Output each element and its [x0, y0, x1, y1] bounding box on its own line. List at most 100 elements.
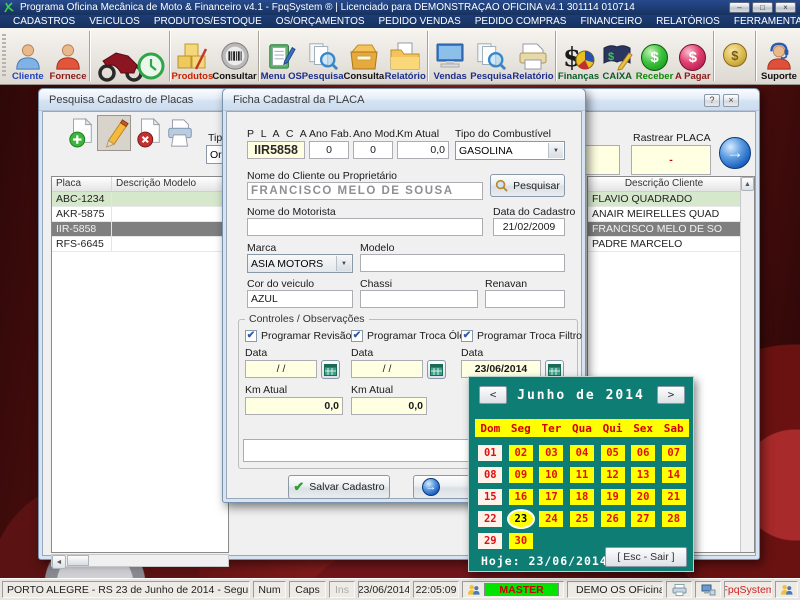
calendar-day-01[interactable]: 01 — [478, 445, 502, 461]
add-record-icon[interactable] — [67, 118, 95, 148]
km-atual-field[interactable]: 0,0 — [397, 141, 449, 159]
rastrear-go-button[interactable]: → — [719, 137, 751, 169]
table-row-selected[interactable]: IIR-5858 — [52, 222, 228, 237]
calendar-esc-button[interactable]: [ Esc - Sair ] — [605, 547, 687, 567]
calendar-day-02[interactable]: 02 — [509, 445, 533, 461]
calendar-day-15[interactable]: 15 — [478, 489, 502, 505]
scroll-left-arrow[interactable]: ◄ — [52, 555, 66, 569]
chassi-field[interactable] — [360, 290, 478, 308]
col-modelo[interactable]: Descrição Modelo — [112, 177, 228, 191]
calendar-day-10[interactable]: 10 — [539, 467, 563, 483]
placa-field[interactable]: IIR5858 — [247, 141, 305, 159]
calendar-day-27[interactable]: 27 — [631, 511, 655, 527]
revisao-km-field[interactable]: 0,0 — [245, 397, 343, 415]
table-row[interactable]: RFS-6645 — [52, 237, 228, 252]
menu-os-orcamentos[interactable]: OS/ORÇAMENTOS — [269, 16, 372, 27]
toolbar-pesquisa-vendas-button[interactable]: Pesquisa — [470, 28, 512, 84]
toolbar-produtos-button[interactable]: Produtos — [172, 28, 212, 84]
salvar-cadastro-button[interactable]: ✔ Salvar Cadastro — [288, 475, 390, 499]
calendar-day-16[interactable]: 16 — [509, 489, 533, 505]
toolbar-menu-os-button[interactable]: Menu OS — [261, 28, 302, 84]
edit-record-selected-box[interactable] — [97, 115, 131, 151]
calendar-day-21[interactable]: 21 — [662, 489, 686, 505]
calendar-day-29[interactable]: 29 — [478, 533, 502, 549]
toolbar-veiculos-button[interactable] — [92, 28, 168, 84]
programar-troca-oleo-checkbox[interactable]: ✔Programar Troca Óleo — [351, 330, 471, 342]
calendar-day-14[interactable]: 14 — [662, 467, 686, 483]
toolbar-fornecedor-button[interactable]: Fornece — [48, 28, 88, 84]
data-cadastro-field[interactable]: 21/02/2009 — [493, 218, 565, 236]
toolbar-relatorio-vendas-button[interactable]: Relatório — [512, 28, 554, 84]
dialog-titlebar[interactable]: Ficha Cadastral da PLACA — [223, 89, 585, 111]
calendar-day-03[interactable]: 03 — [539, 445, 563, 461]
hscroll-thumb[interactable] — [67, 555, 89, 566]
programar-revisao-checkbox[interactable]: ✔Programar Revisão — [245, 330, 351, 342]
calendar-day-12[interactable]: 12 — [601, 467, 625, 483]
status-network-segment[interactable] — [695, 581, 721, 598]
toolbar-receber-button[interactable]: $ Receber — [635, 28, 673, 84]
toolbar-suporte-button[interactable]: Suporte — [758, 28, 800, 84]
toolbar-consulta-os-button[interactable]: Consulta — [344, 28, 385, 84]
restore-button[interactable]: □ — [752, 2, 773, 13]
calendar-day-11[interactable]: 11 — [570, 467, 594, 483]
table-row-selected[interactable]: FRANCISCO MELO DE SO — [588, 222, 754, 237]
toolbar-relatorio-os-button[interactable]: Relatório — [384, 28, 426, 84]
toolbar-coin-button[interactable]: $ — [716, 28, 754, 84]
calendar-day-05[interactable]: 05 — [601, 445, 625, 461]
help-button[interactable]: ? — [704, 94, 720, 107]
calendar-day-17[interactable]: 17 — [539, 489, 563, 505]
table-row[interactable]: FLAVIO QUADRADO — [588, 192, 754, 207]
ano-fab-field[interactable]: 0 — [309, 141, 349, 159]
menu-pedido-vendas[interactable]: PEDIDO VENDAS — [372, 16, 468, 27]
delete-record-icon[interactable] — [135, 118, 163, 148]
plate-list[interactable]: Placa Descrição Modelo ABC-1234 AKR-5875… — [51, 176, 229, 553]
modelo-field[interactable] — [360, 254, 565, 272]
scroll-up-arrow[interactable]: ▲ — [741, 177, 754, 191]
toolbar-vendas-button[interactable]: Vendas — [430, 28, 470, 84]
toolbar-financas-button[interactable]: $ Finanças — [558, 28, 599, 84]
print-list-icon[interactable] — [165, 117, 195, 149]
table-row[interactable]: AKR-5875 — [52, 207, 228, 222]
cliente-field[interactable]: FRANCISCO MELO DE SOUSA — [247, 182, 483, 200]
motorista-field[interactable] — [247, 218, 483, 236]
calendar-day-23[interactable]: 23 — [509, 511, 533, 527]
menu-relatorios[interactable]: RELATÓRIOS — [649, 16, 727, 27]
programar-troca-filtro-checkbox[interactable]: ✔Programar Troca Filtro — [461, 330, 582, 342]
menu-produtos-estoque[interactable]: PRODUTOS/ESTOQUE — [147, 16, 269, 27]
calendar-day-13[interactable]: 13 — [631, 467, 655, 483]
oleo-data-field[interactable]: / / — [351, 360, 423, 378]
minimize-button[interactable]: – — [729, 2, 750, 13]
calendar-day-08[interactable]: 08 — [478, 467, 502, 483]
calendar-day-07[interactable]: 07 — [662, 445, 686, 461]
table-row[interactable]: PADRE MARCELO — [588, 237, 754, 252]
menu-cadastros[interactable]: CADASTROS — [6, 16, 82, 27]
calendar-day-25[interactable]: 25 — [570, 511, 594, 527]
calendar-day-24[interactable]: 24 — [539, 511, 563, 527]
calendar-day-22[interactable]: 22 — [478, 511, 502, 527]
status-printer-segment[interactable] — [666, 581, 692, 598]
calendar-day-28[interactable]: 28 — [662, 511, 686, 527]
ano-mod-field[interactable]: 0 — [353, 141, 393, 159]
menu-financeiro[interactable]: FINANCEIRO — [573, 16, 649, 27]
plate-list-hscrollbar[interactable]: ◄ — [51, 554, 229, 567]
chevron-down-icon[interactable]: ▼ — [548, 143, 563, 158]
calendar-picker-button[interactable] — [427, 360, 446, 379]
rastrear-placa-input[interactable]: - — [631, 145, 711, 175]
menu-pedido-compras[interactable]: PEDIDO COMPRAS — [468, 16, 574, 27]
revisao-data-field[interactable]: / / — [245, 360, 317, 378]
toolbar-cliente-button[interactable]: Cliente — [8, 28, 48, 84]
calendar-next-button[interactable]: > — [657, 386, 685, 404]
col-cliente[interactable]: Descrição Cliente — [588, 177, 741, 191]
calendar-picker-button[interactable] — [321, 360, 340, 379]
status-users-segment[interactable] — [775, 581, 798, 598]
toolbar-a-pagar-button[interactable]: $ A Pagar — [674, 28, 712, 84]
table-row[interactable]: ABC-1234 — [52, 192, 228, 207]
pesquisar-button[interactable]: Pesquisar — [490, 174, 565, 197]
toolbar-caixa-button[interactable]: $ CAIXA — [599, 28, 635, 84]
calendar-day-20[interactable]: 20 — [631, 489, 655, 505]
marca-combo[interactable]: ASIA MOTORS ▼ — [247, 254, 353, 273]
calendar-day-18[interactable]: 18 — [570, 489, 594, 505]
table-row[interactable]: ANAIR MEIRELLES QUAD — [588, 207, 754, 222]
calendar-day-19[interactable]: 19 — [601, 489, 625, 505]
client-list-vscrollbar[interactable]: ▲ — [740, 177, 754, 552]
